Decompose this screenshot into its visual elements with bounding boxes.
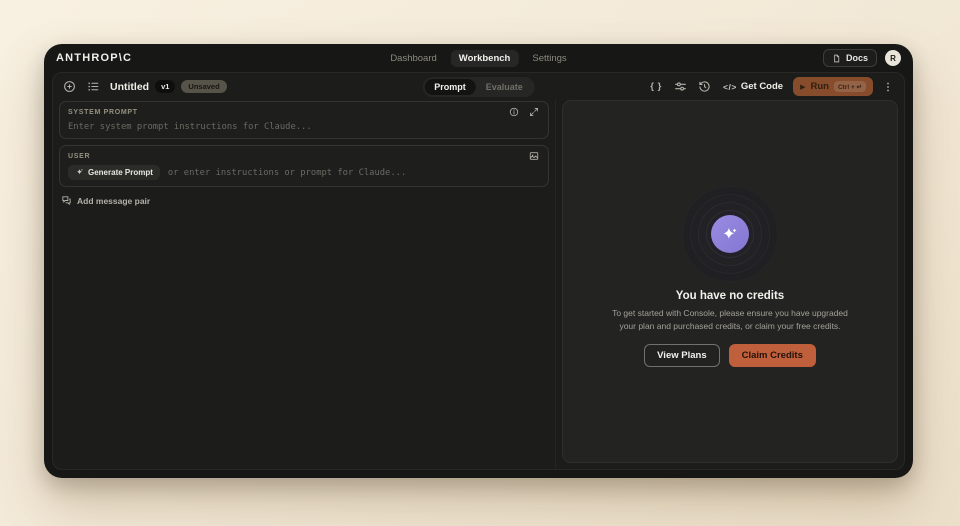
titlebar: ANTHROP\C Dashboard Workbench Settings D… [44,44,913,72]
info-icon[interactable] [508,106,520,118]
toolbar-right: { } </> Get Code ▶ Run Ctrl + ↵ [647,77,897,96]
run-label: Run [810,81,828,92]
add-message-pair-button[interactable]: Add message pair [61,195,150,206]
user-input-row: Generate Prompt or enter instructions or… [68,165,540,180]
run-shortcut-badge: Ctrl + ↵ [834,81,866,92]
system-prompt-label: SYSTEM PROMPT [68,109,138,116]
credits-actions: View Plans Claim Credits [644,344,816,367]
user-message-input[interactable]: or enter instructions or prompt for Clau… [168,168,406,178]
mode-toggle: Prompt Evaluate [422,77,535,97]
image-attach-icon[interactable] [528,150,540,162]
credits-description: To get started with Console, please ensu… [608,307,852,333]
system-prompt-box: SYSTEM PROMPT Enter system prompt instr [59,101,549,139]
response-pane: You have no credits To get started with … [556,100,904,469]
workbench-toolbar: Untitled v1 Unsaved Prompt Evaluate { } [53,73,904,100]
prompt-title[interactable]: Untitled [110,81,149,93]
run-button[interactable]: ▶ Run Ctrl + ↵ [793,77,873,96]
user-message-header: USER [68,150,540,162]
nav-workbench[interactable]: Workbench [451,50,519,67]
docs-button[interactable]: Docs [823,49,877,67]
get-code-label: Get Code [741,81,783,92]
claim-credits-button[interactable]: Claim Credits [729,344,816,367]
version-badge[interactable]: v1 [155,80,175,93]
docs-label: Docs [846,53,868,63]
document-icon [832,53,842,63]
new-prompt-icon[interactable] [60,78,78,96]
user-message-box: USER Generate Prompt [59,145,549,187]
system-prompt-actions [508,106,540,118]
credits-title: You have no credits [676,290,784,302]
avatar[interactable]: R [885,50,901,66]
prompt-list-icon[interactable] [84,78,102,96]
sparkle-icon [75,168,84,177]
tab-evaluate[interactable]: Evaluate [476,79,533,95]
sparkle-icon [721,225,739,243]
model-settings-icon[interactable] [671,78,689,96]
nav-settings[interactable]: Settings [524,50,574,67]
workbench-content: SYSTEM PROMPT Enter system prompt instr [53,100,904,469]
console-window: ANTHROP\C Dashboard Workbench Settings D… [44,44,913,478]
get-code-button[interactable]: </> Get Code [719,81,787,92]
anthropic-logo: ANTHROP\C [56,52,132,64]
play-icon: ▶ [800,83,805,91]
system-prompt-header: SYSTEM PROMPT [68,106,540,118]
nav-dashboard[interactable]: Dashboard [382,50,444,67]
no-credits-card: You have no credits To get started with … [562,100,898,463]
history-icon[interactable] [695,78,713,96]
page-background: ANTHROP\C Dashboard Workbench Settings D… [0,0,960,526]
user-message-actions [528,150,540,162]
sparkle-rings [682,186,778,282]
generate-prompt-button[interactable]: Generate Prompt [68,165,160,180]
code-icon: </> [723,82,737,92]
sparkle-badge [711,215,749,253]
add-message-pair-label: Add message pair [77,196,150,206]
message-pair-icon [61,195,72,206]
titlebar-right: Docs R [823,49,901,67]
prompt-pane: SYSTEM PROMPT Enter system prompt instr [53,100,556,469]
tab-prompt[interactable]: Prompt [424,79,476,95]
generate-prompt-label: Generate Prompt [88,168,153,177]
main-nav: Dashboard Workbench Settings [382,50,574,67]
view-plans-button[interactable]: View Plans [644,344,719,367]
toolbar-left: Untitled v1 Unsaved [60,78,227,96]
workspace: Untitled v1 Unsaved Prompt Evaluate { } [52,72,905,470]
kebab-menu-icon[interactable] [879,78,897,96]
unsaved-badge: Unsaved [181,80,226,93]
system-prompt-input[interactable]: Enter system prompt instructions for Cla… [68,122,540,132]
user-label: USER [68,153,90,160]
expand-icon[interactable] [528,106,540,118]
variables-icon[interactable]: { } [647,78,665,96]
